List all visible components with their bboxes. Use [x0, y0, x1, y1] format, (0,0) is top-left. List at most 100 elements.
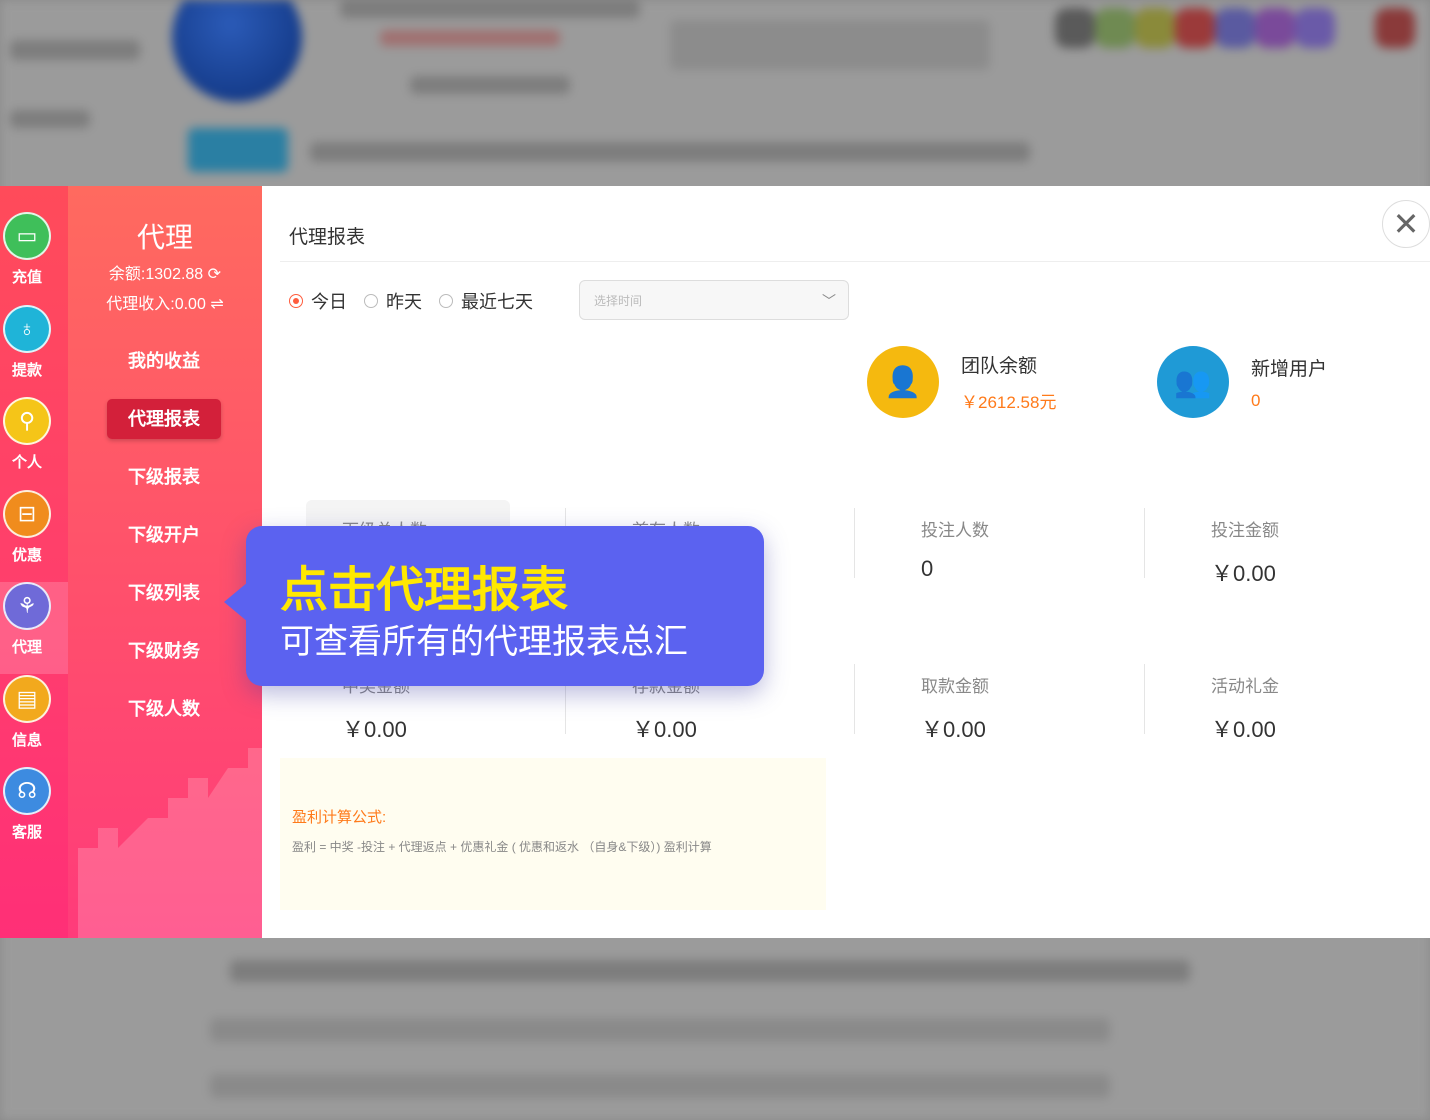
agent-income-text: 代理收入:0.00 ⇌ — [68, 290, 262, 314]
background-text — [210, 1074, 1110, 1098]
background-text — [410, 76, 570, 94]
stat-value: ￥0.00 — [342, 717, 407, 742]
sidebar-item-4[interactable]: ⚘ 代理 — [0, 582, 68, 674]
summary-value: ￥2612.58元 — [961, 393, 1057, 412]
stat-label: 活动礼金 — [1211, 677, 1279, 696]
close-icon: ✕ — [1392, 206, 1420, 242]
menu-item-4[interactable]: 下级列表 — [107, 573, 221, 613]
refresh-icon[interactable]: ⟳ — [208, 266, 221, 283]
stat-value: ￥0.00 — [632, 717, 697, 742]
background-text — [340, 0, 640, 18]
stat-card: 活动礼金 ￥0.00 — [1175, 656, 1379, 746]
radio-indicator — [364, 294, 378, 308]
menu-item-1[interactable]: 代理报表 — [107, 399, 221, 439]
agent-title: 代理 — [136, 222, 193, 253]
agent-income-value: 代理收入:0.00 — [106, 296, 206, 313]
filter-radio-0[interactable]: 今日 — [289, 288, 347, 314]
person-icon: ⚲ — [3, 397, 51, 445]
summary-text: 新增用户 0 — [1251, 354, 1327, 411]
menu-item-6[interactable]: 下级人数 — [107, 689, 221, 729]
stat-value: ￥0.00 — [1211, 561, 1276, 586]
page-title: 代理报表 — [289, 227, 366, 248]
summary-1: 👥 新增用户 0 — [1157, 346, 1327, 418]
tutorial-tooltip: 点击代理报表 可查看所有的代理报表总汇 — [224, 526, 764, 686]
sidebar-item-0[interactable]: ▭ 充值 — [0, 212, 68, 304]
sidebar-item-label: 提款 — [11, 361, 42, 379]
stat-label: 取款金额 — [921, 677, 989, 696]
sidebar-item-label: 优惠 — [11, 546, 42, 564]
summary-text: 团队余额 ￥2612.58元 — [961, 351, 1056, 413]
menu-item-3[interactable]: 下级开户 — [107, 515, 221, 555]
stat-divider — [1144, 664, 1145, 734]
background-text — [230, 960, 1190, 982]
stat-label: 投注金额 — [1211, 521, 1279, 540]
background-logo — [172, 0, 302, 102]
sidebar-item-label: 充值 — [11, 269, 42, 286]
date-picker[interactable]: 选择时间 ﹀ — [579, 280, 849, 320]
background-text — [10, 110, 90, 128]
summary-label: 团队余额 — [961, 356, 1038, 377]
menu-item-5[interactable]: 下级财务 — [107, 631, 221, 671]
stat-divider — [854, 664, 855, 734]
team-balance-icon: 👤 — [867, 346, 939, 418]
ticket-icon: ⊟ — [3, 489, 51, 538]
headset-icon: ☊ — [3, 767, 51, 815]
network-icon: ⚘ — [3, 582, 51, 630]
balance-text: 余额:1302.88 ⟳ — [68, 260, 262, 284]
balance-value: 余额:1302.88 — [108, 266, 204, 283]
stat-card: 取款金额 ￥0.00 — [885, 656, 1089, 746]
stat-value: 0 — [921, 556, 934, 581]
background-text — [210, 1018, 1110, 1042]
filter-radio-2[interactable]: 最近七天 — [439, 288, 533, 314]
stat-divider — [1144, 508, 1145, 578]
background-text — [10, 40, 140, 60]
icon-sidebar: ▭ 充值 ♁ 提款 ⚲ 个人 ⊟ 优惠 ⚘ 代理 ▤ 信息 ☊ 客服 — [0, 186, 68, 938]
menu-item-2[interactable]: 下级报表 — [107, 457, 221, 497]
filter-label: 今日 — [311, 292, 347, 312]
filter-label: 昨天 — [386, 292, 422, 312]
sidebar-item-3[interactable]: ⊟ 优惠 — [0, 489, 68, 582]
sidebar-item-label: 个人 — [11, 454, 42, 471]
summary-value: 0 — [1251, 390, 1261, 410]
tooltip-subtitle: 可查看所有的代理报表总汇 — [280, 623, 688, 661]
stat-divider — [854, 508, 855, 578]
sidebar-item-label: 客服 — [11, 824, 42, 841]
date-picker-placeholder: 选择时间 — [594, 294, 643, 308]
stat-value: ￥0.00 — [1211, 717, 1276, 742]
new-users-icon: 👥 — [1157, 346, 1229, 418]
wallet-icon: ▭ — [3, 212, 51, 260]
radio-indicator — [289, 294, 303, 308]
transfer-icon[interactable]: ⇌ — [210, 296, 223, 313]
sidebar-item-1[interactable]: ♁ 提款 — [0, 304, 68, 397]
formula-title: 盈利计算公式: — [292, 809, 387, 826]
chevron-down-icon: ﹀ — [822, 293, 836, 309]
background-text — [380, 30, 560, 46]
agent-side-menu: 代理 余额:1302.88 ⟳ 代理收入:0.00 ⇌ 我的收益代理报表下级报表… — [68, 186, 262, 938]
tooltip-title: 点击代理报表 — [280, 564, 569, 617]
profit-formula-box: 盈利计算公式: 盈利 = 中奖 -投注 + 代理返点 + 优惠礼金 ( 优惠和返… — [280, 758, 826, 910]
filter-radio-1[interactable]: 昨天 — [364, 288, 422, 314]
stat-card: 投注人数 0 — [885, 500, 1089, 590]
sidebar-item-label: 代理 — [11, 639, 42, 656]
formula-text: 盈利 = 中奖 -投注 + 代理返点 + 优惠礼金 ( 优惠和返水 （自身&下级… — [292, 840, 712, 854]
close-button[interactable]: ✕ — [1382, 200, 1430, 248]
title-divider — [280, 261, 1430, 262]
sidebar-item-5[interactable]: ▤ 信息 — [0, 674, 68, 767]
sidebar-item-6[interactable]: ☊ 客服 — [0, 767, 68, 859]
background-text — [670, 20, 990, 70]
menu-item-0[interactable]: 我的收益 — [107, 341, 221, 381]
sidebar-item-label: 信息 — [11, 731, 42, 749]
message-icon: ▤ — [3, 674, 51, 723]
filter-label: 最近七天 — [461, 292, 533, 312]
sidebar-item-2[interactable]: ⚲ 个人 — [0, 397, 68, 489]
background-button — [188, 128, 288, 172]
radio-indicator — [439, 294, 453, 308]
stat-value: ￥0.00 — [921, 717, 986, 742]
background-nav — [310, 142, 1030, 162]
stat-label: 投注人数 — [921, 521, 989, 540]
great-wall-decoration — [78, 748, 262, 938]
agent-modal: ▭ 充值 ♁ 提款 ⚲ 个人 ⊟ 优惠 ⚘ 代理 ▤ 信息 ☊ 客服 代理 余额:1302.88 ⟳ 代理… — [0, 186, 1430, 938]
summary-0: 👤 团队余额 ￥2612.58元 — [867, 346, 1056, 418]
stat-card: 投注金额 ￥0.00 — [1175, 500, 1379, 590]
summary-label: 新增用户 — [1251, 358, 1328, 380]
